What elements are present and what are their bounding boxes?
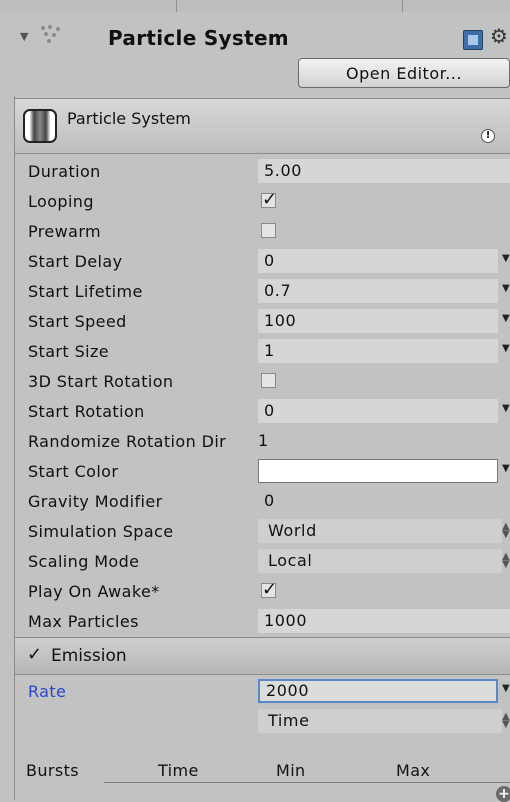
property-label: Simulation Space — [28, 522, 174, 541]
dropdown-arrow-icon[interactable]: ▼ — [502, 313, 510, 324]
emission-enabled-checkmark[interactable]: ✓ — [27, 644, 42, 665]
top-strip-divider — [402, 0, 403, 12]
property-label: Play On Awake* — [28, 582, 160, 601]
property-row-play-on-awake: Play On Awake* ✓ — [18, 577, 510, 607]
3d-start-rotation-checkbox[interactable] — [261, 373, 276, 388]
property-label: Start Speed — [28, 312, 127, 331]
dropdown-arrow-icon[interactable]: ▼ — [502, 283, 510, 294]
bursts-column-time: Time — [158, 761, 199, 780]
component-title: Particle System — [108, 26, 289, 50]
select-arrows-icon: ▲ ▼ — [502, 551, 510, 570]
property-label: Gravity Modifier — [28, 492, 163, 511]
max-particles-field[interactable]: 1000 — [258, 609, 510, 633]
rate-mode-select[interactable]: Time — [258, 709, 502, 733]
property-label: 3D Start Rotation — [28, 372, 174, 391]
property-row-start-color: Start Color ▼ — [18, 457, 510, 487]
warning-icon[interactable]: ! — [481, 129, 495, 143]
emission-title: Emission — [51, 646, 127, 666]
bursts-column-min: Min — [276, 761, 306, 780]
rate-input[interactable]: 2000 — [258, 679, 498, 703]
property-row-max-particles: Max Particles 1000 — [18, 607, 510, 637]
duration-field[interactable]: 5.00 — [258, 159, 510, 183]
property-row-randomize-rotation: Randomize Rotation Dir 1 — [18, 427, 510, 457]
particle-module-icon — [23, 109, 57, 143]
scaling-mode-select[interactable]: Local — [258, 549, 502, 573]
property-label: Start Color — [28, 462, 119, 481]
simulation-space-select[interactable]: World — [258, 519, 502, 543]
prewarm-checkbox[interactable] — [261, 223, 276, 238]
property-row-simulation-space: Simulation Space World ▲ ▼ — [18, 517, 510, 547]
property-row-start-lifetime: Start Lifetime 0.7 ▼ — [18, 277, 510, 307]
top-strip-divider — [176, 0, 177, 12]
property-row-3d-start-rotation: 3D Start Rotation — [18, 367, 510, 397]
start-speed-field[interactable]: 100 — [258, 309, 498, 333]
particle-system-module-header[interactable]: Particle System ! + — [15, 98, 510, 154]
property-label: Max Particles — [28, 612, 139, 631]
gear-icon[interactable]: ⚙ — [490, 24, 508, 48]
panel-border — [14, 96, 15, 800]
property-row-start-rotation: Start Rotation 0 ▼ — [18, 397, 510, 427]
start-lifetime-field[interactable]: 0.7 — [258, 279, 498, 303]
help-book-icon[interactable] — [463, 30, 483, 50]
property-row-duration: Duration 5.00 — [18, 157, 510, 187]
property-label: Start Rotation — [28, 402, 145, 421]
start-color-swatch[interactable] — [258, 459, 498, 483]
bursts-column-max: Max — [396, 761, 431, 780]
property-label: Prewarm — [28, 222, 102, 241]
emission-rate-section: Rate 2000 ▼ Time ▲ ▼ — [18, 677, 510, 737]
property-row-start-delay: Start Delay 0 ▼ — [18, 247, 510, 277]
start-size-field[interactable]: 1 — [258, 339, 498, 363]
property-list: Duration 5.00 Looping ✓ Prewarm Start De… — [18, 157, 510, 637]
property-label: Looping — [28, 192, 94, 211]
property-row-start-size: Start Size 1 ▼ — [18, 337, 510, 367]
property-label: Scaling Mode — [28, 552, 140, 571]
property-label: Randomize Rotation Dir — [28, 432, 227, 451]
bursts-header-divider — [104, 782, 510, 783]
start-delay-field[interactable]: 0 — [258, 249, 498, 273]
property-row-rate-mode: Time ▲ ▼ — [18, 707, 510, 737]
component-header: ▼ Particle System ⚙ Open Editor... — [0, 12, 510, 88]
play-on-awake-checkbox[interactable]: ✓ — [261, 581, 277, 599]
randomize-rotation-field[interactable]: 1 — [254, 429, 506, 453]
dropdown-arrow-icon[interactable]: ▼ — [502, 683, 510, 694]
particle-system-icon — [41, 25, 60, 43]
select-arrows-icon: ▲ ▼ — [502, 521, 510, 540]
property-label: Start Delay — [28, 252, 123, 271]
select-arrows-icon: ▲ ▼ — [502, 711, 510, 730]
open-editor-button[interactable]: Open Editor... — [298, 58, 510, 88]
fold-arrow-icon[interactable]: ▼ — [20, 30, 28, 43]
dropdown-arrow-icon[interactable]: ▼ — [502, 463, 510, 474]
property-label: Duration — [28, 162, 101, 181]
gravity-modifier-field[interactable]: 0 — [258, 489, 498, 513]
looping-checkbox[interactable]: ✓ — [261, 191, 277, 209]
dropdown-arrow-icon[interactable]: ▼ — [502, 403, 510, 414]
property-row-gravity-modifier: Gravity Modifier 0 — [18, 487, 510, 517]
property-row-start-speed: Start Speed 100 ▼ — [18, 307, 510, 337]
property-label: Start Lifetime — [28, 282, 143, 301]
bursts-table: Bursts Time Min Max + — [18, 752, 510, 802]
property-label: Start Size — [28, 342, 110, 361]
property-row-prewarm: Prewarm — [18, 217, 510, 247]
bursts-label: Bursts — [26, 761, 80, 780]
rate-label: Rate — [28, 682, 67, 701]
emission-module-header[interactable]: ✓ Emission — [15, 637, 510, 675]
dropdown-arrow-icon[interactable]: ▼ — [502, 253, 510, 264]
dropdown-arrow-icon[interactable]: ▼ — [502, 343, 510, 354]
start-rotation-field[interactable]: 0 — [258, 399, 498, 423]
property-row-scaling-mode: Scaling Mode Local ▲ ▼ — [18, 547, 510, 577]
property-row-rate: Rate 2000 ▼ — [18, 677, 510, 707]
module-title: Particle System — [67, 109, 191, 128]
property-row-looping: Looping ✓ — [18, 187, 510, 217]
